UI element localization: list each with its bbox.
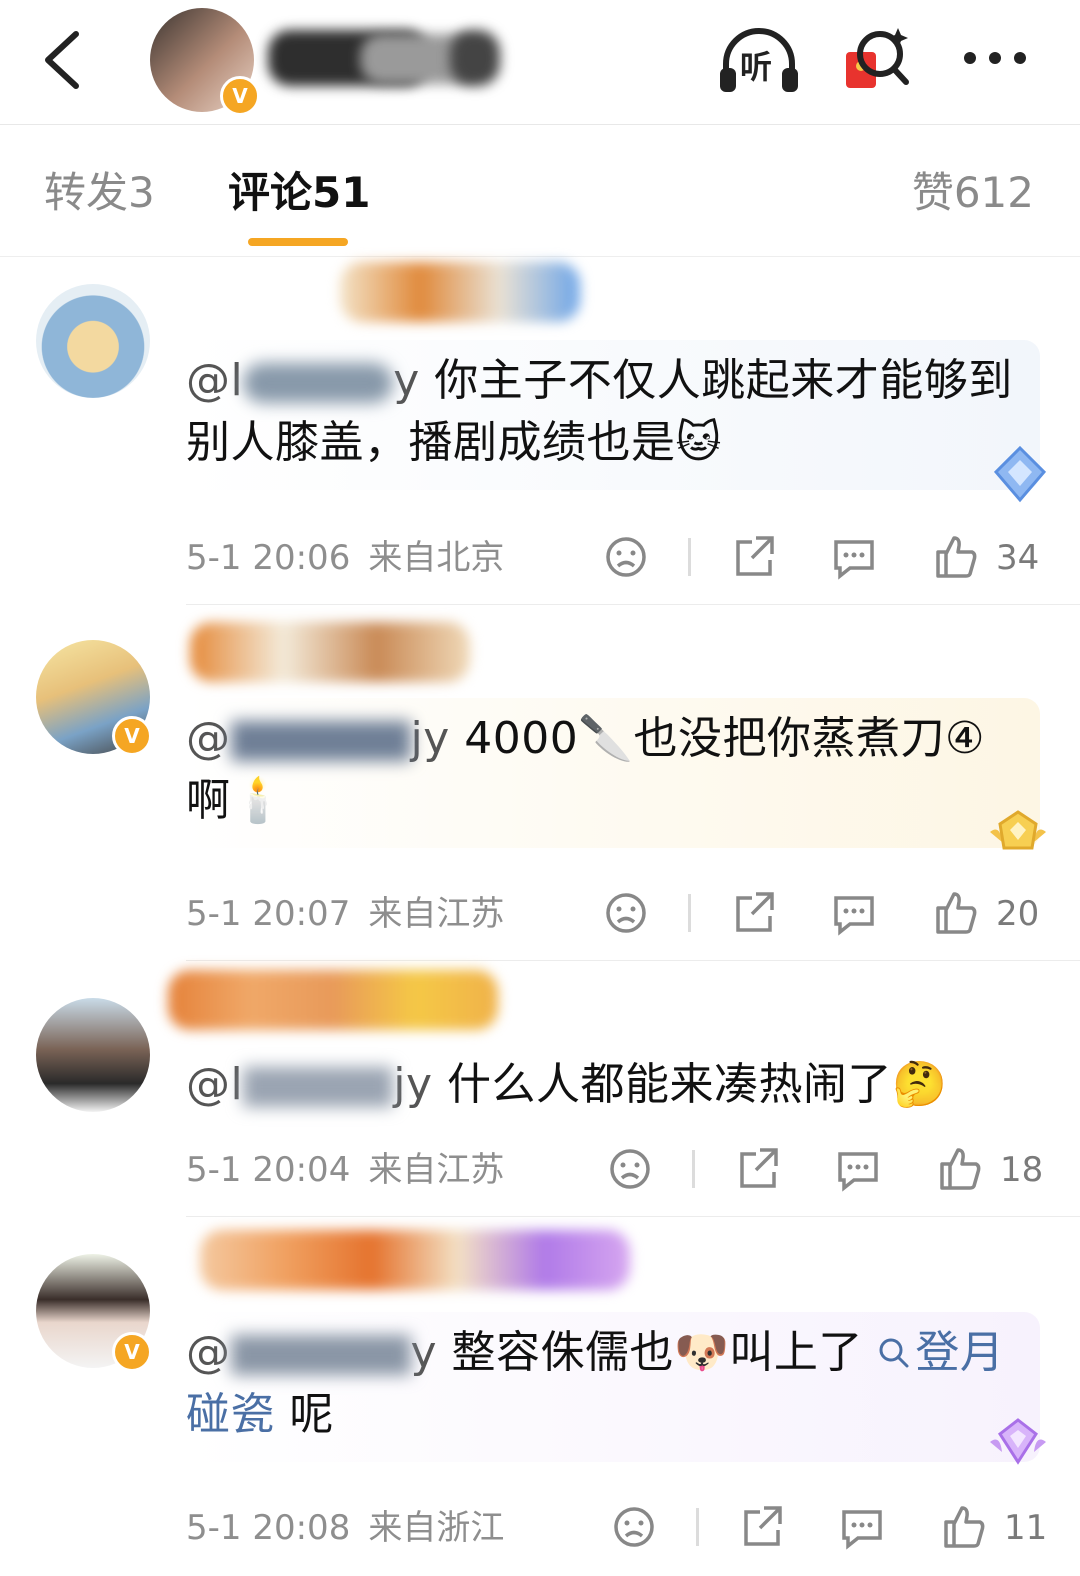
like-thumb-icon[interactable] — [942, 1502, 986, 1552]
thinking-emoji-icon: 🤔 — [892, 1059, 948, 1110]
comment-location: 来自浙江 — [368, 1508, 505, 1548]
mention-end[interactable]: jy — [393, 1059, 432, 1110]
tab-bar: 转发3 评论51 赞612 — [0, 124, 1080, 257]
comment-text: @ jy 4000🔪也没把你蒸煮刀④啊🕯️ — [186, 708, 1016, 832]
action-divider — [688, 894, 691, 932]
like-thumb-icon[interactable] — [934, 888, 978, 938]
dislike-face-icon[interactable] — [604, 888, 648, 938]
commenter-name-redacted[interactable] — [340, 262, 580, 322]
comment-time: 5-1 20:08 — [186, 1508, 351, 1548]
comment-body-tail: 呢 — [275, 1389, 334, 1440]
comment-actions: 20 — [600, 888, 1040, 938]
dislike-face-icon[interactable] — [604, 532, 648, 582]
back-arrow-icon[interactable] — [40, 30, 84, 90]
tab-like[interactable]: 赞612 — [912, 168, 1034, 218]
mention-end[interactable]: jy — [411, 713, 450, 764]
verified-badge-icon: V — [112, 1332, 152, 1372]
like-count: 18 — [1000, 1150, 1044, 1190]
mention-end[interactable]: y — [411, 1327, 438, 1378]
mention-start[interactable]: @ — [186, 1327, 231, 1378]
reply-icon[interactable] — [832, 888, 876, 938]
mention-start[interactable]: @l — [186, 355, 243, 406]
comment-time: 5-1 20:06 — [186, 538, 351, 578]
tab-repost[interactable]: 转发3 — [44, 168, 155, 218]
comment-meta: 5-1 20:08 来自浙江 — [186, 1508, 504, 1548]
share-icon[interactable] — [740, 1502, 784, 1552]
comment-location: 来自江苏 — [368, 894, 505, 934]
dislike-face-icon[interactable] — [612, 1502, 656, 1552]
top-bar: V 听 — [0, 0, 1080, 125]
comment-location: 来自北京 — [368, 538, 505, 578]
more-icon[interactable] — [960, 46, 1030, 70]
like-count: 20 — [996, 894, 1040, 934]
comment-text: @ y 整容侏儒也🐶叫上了 登月碰瓷 呢 — [186, 1322, 1016, 1446]
mention-start[interactable]: @ — [186, 713, 231, 764]
red-packet-search-icon — [846, 28, 909, 88]
verified-badge-icon: V — [112, 716, 152, 756]
like-thumb-icon[interactable] — [934, 532, 978, 582]
share-icon[interactable] — [732, 532, 776, 582]
listen-label: 听 — [740, 48, 773, 86]
comment-body: 整容侏儒也🐶叫上了 — [451, 1327, 863, 1378]
comment-divider — [186, 604, 1080, 605]
mention-redacted — [243, 1067, 394, 1107]
verified-badge-icon: V — [220, 76, 260, 116]
commenter-avatar[interactable] — [36, 284, 150, 398]
mention-redacted — [230, 1335, 411, 1375]
action-divider — [692, 1150, 695, 1188]
commenter-name-redacted[interactable] — [200, 1230, 630, 1290]
comment-text: @l y 你主子不仅人跳起来才能够到别人膝盖，播剧成绩也是🐱 — [186, 350, 1016, 474]
like-count: 34 — [996, 538, 1040, 578]
comment-actions: 34 — [600, 532, 1040, 582]
comment-actions: 18 — [600, 1144, 1044, 1194]
purple-medal-icon — [990, 1418, 1046, 1465]
comment-meta: 5-1 20:06 来自北京 — [186, 538, 504, 578]
reply-icon[interactable] — [836, 1144, 880, 1194]
action-divider — [688, 538, 691, 576]
comment-text: @l jy 什么人都能来凑热闹了🤔 — [186, 1054, 1016, 1116]
like-count: 11 — [1004, 1508, 1048, 1548]
like-thumb-icon[interactable] — [938, 1144, 982, 1194]
comment-location: 来自江苏 — [368, 1150, 505, 1190]
comment-time: 5-1 20:07 — [186, 894, 351, 934]
comment-body: 什么人都能来凑热闹了 — [447, 1059, 892, 1110]
search-icon — [879, 1338, 909, 1368]
diamond-medal-icon — [993, 445, 1047, 503]
comment-item: @l y 你主子不仅人跳起来才能够到别人膝盖，播剧成绩也是🐱 5-1 20:06 来… — [0, 256, 1080, 606]
reply-icon[interactable] — [832, 532, 876, 582]
comment-item: V @ y 整容侏儒也🐶叫上了 登月碰瓷 呢 5-1 20:08 来自浙江 11 — [0, 1218, 1080, 1576]
share-icon[interactable] — [736, 1144, 780, 1194]
reply-icon[interactable] — [840, 1502, 884, 1552]
action-divider — [696, 1508, 699, 1546]
comment-item: V @ jy 4000🔪也没把你蒸煮刀④啊🕯️ 5-1 20:07 来自江苏 20 — [0, 606, 1080, 962]
comment-divider — [186, 960, 1080, 961]
dislike-face-icon[interactable] — [608, 1144, 652, 1194]
comment-time: 5-1 20:04 — [186, 1150, 351, 1190]
comment-actions: 11 — [600, 1502, 1047, 1552]
comment-item: @l jy 什么人都能来凑热闹了🤔 5-1 20:04 来自江苏 18 — [0, 962, 1080, 1218]
commenter-name-redacted[interactable] — [168, 970, 498, 1030]
comment-meta: 5-1 20:07 来自江苏 — [186, 894, 504, 934]
tab-active-indicator — [248, 238, 348, 246]
cat-emoji-icon: 🐱 — [675, 417, 722, 468]
comment-divider — [186, 1216, 1080, 1217]
comment-meta: 5-1 20:04 来自江苏 — [186, 1150, 504, 1190]
share-icon[interactable] — [732, 888, 776, 938]
commenter-avatar[interactable] — [36, 998, 150, 1112]
author-name-redacted-3 — [450, 30, 500, 86]
commenter-name-redacted[interactable] — [190, 622, 470, 682]
mention-redacted — [230, 721, 411, 761]
red-packet-search-button[interactable] — [842, 24, 912, 94]
mention-redacted — [243, 363, 394, 403]
mention-start[interactable]: @l — [186, 1059, 243, 1110]
gold-medal-icon — [990, 810, 1046, 850]
listen-button[interactable]: 听 — [718, 28, 800, 94]
candle-emoji-icon: 🕯️ — [230, 775, 286, 826]
mention-end[interactable]: y — [393, 355, 420, 406]
